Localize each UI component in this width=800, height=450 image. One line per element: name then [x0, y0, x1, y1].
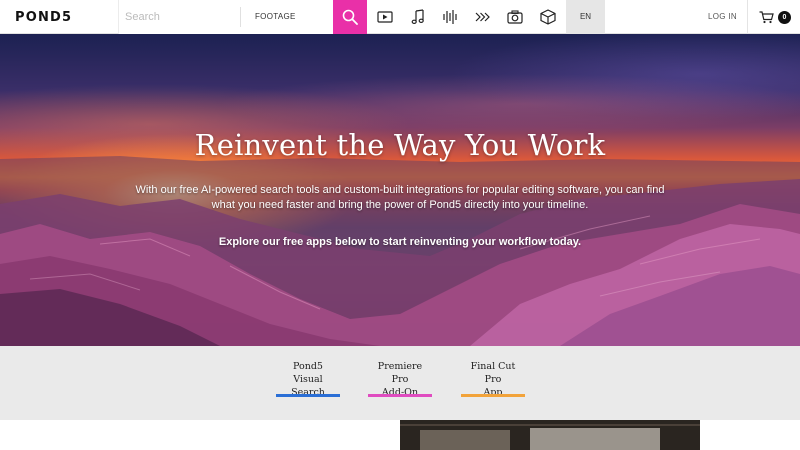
3d-icon: [540, 9, 556, 25]
hero-banner: Reinvent the Way You Work With our free …: [0, 34, 800, 346]
hero-cta-text: Explore our free apps below to start rei…: [218, 236, 582, 248]
preview-panel: [420, 430, 510, 450]
tab-premiere-pro-add-on[interactable]: Premiere Pro Add-On: [368, 360, 432, 399]
media-type-nav: [369, 0, 564, 34]
photo-icon: [507, 10, 523, 24]
language-selector[interactable]: EN: [566, 0, 605, 34]
tab-final-cut-pro-app[interactable]: Final Cut Pro App: [461, 360, 525, 399]
tab-underline: [276, 394, 340, 397]
photo-nav-button[interactable]: [499, 0, 532, 34]
pond5-logo[interactable]: POND5: [15, 9, 72, 25]
after-effects-icon: [475, 12, 490, 22]
search-type-dropdown[interactable]: FOOTAGE: [255, 0, 296, 34]
sound-effects-nav-button[interactable]: [434, 0, 467, 34]
preview-toolbar: [400, 424, 700, 426]
search-icon: [342, 9, 358, 25]
search-button[interactable]: [333, 0, 367, 34]
app-tabs-bar: Pond5 Visual Search Premiere Pro Add-On …: [0, 346, 800, 420]
hero-description: With our free AI-powered search tools an…: [135, 184, 665, 211]
tab-underline: [368, 394, 432, 397]
content-text-panel: [101, 420, 400, 450]
cart-button[interactable]: 0: [750, 0, 800, 34]
music-icon: [411, 9, 424, 24]
search-box: FOOTAGE: [118, 0, 333, 34]
video-nav-button[interactable]: [369, 0, 402, 34]
3d-nav-button[interactable]: [532, 0, 565, 34]
video-icon: [377, 11, 393, 23]
top-navigation-bar: POND5 FOOTAGE: [0, 0, 800, 34]
app-preview-image: [400, 420, 700, 450]
preview-viewer: [530, 428, 660, 450]
tab-underline: [461, 394, 525, 397]
music-nav-button[interactable]: [402, 0, 435, 34]
tab-pond5-visual-search[interactable]: Pond5 Visual Search: [276, 360, 340, 399]
after-effects-nav-button[interactable]: [467, 0, 500, 34]
cart-icon: [759, 10, 774, 23]
search-input[interactable]: [119, 0, 239, 34]
hero-title: Reinvent the Way You Work: [194, 128, 606, 162]
search-divider: [240, 7, 241, 27]
login-link[interactable]: LOG IN: [698, 0, 748, 34]
sound-effects-icon: [443, 10, 457, 24]
cart-count-badge: 0: [778, 10, 791, 24]
